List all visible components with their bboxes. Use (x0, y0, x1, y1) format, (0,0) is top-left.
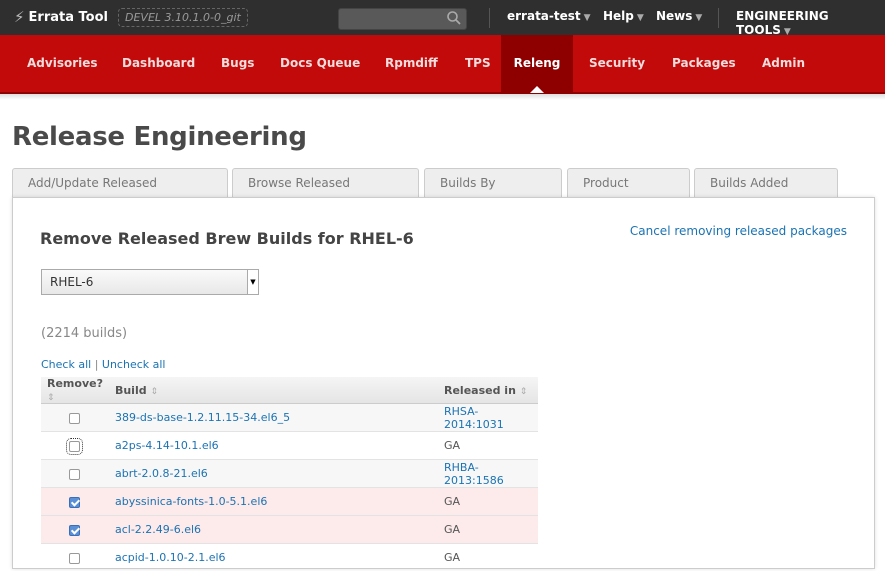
chevron-down-icon: ▼ (695, 13, 702, 23)
sort-icon: ⇕ (150, 387, 158, 397)
nav-admin[interactable]: Admin (762, 35, 805, 92)
remove-checkbox[interactable] (69, 413, 80, 424)
nav-advisories[interactable]: Advisories (27, 35, 98, 92)
user-menu[interactable]: errata-test▼ (507, 9, 591, 23)
uncheck-all-link[interactable]: Uncheck all (102, 358, 166, 371)
nav-docs-queue[interactable]: Docs Queue (280, 35, 360, 92)
check-all-link[interactable]: Check all (41, 358, 91, 371)
build-link[interactable]: 389-ds-base-1.2.11.15-34.el6_5 (115, 411, 290, 424)
table-row: acl-2.2.49-6.el6 GA (41, 516, 538, 544)
news-menu[interactable]: News▼ (656, 9, 702, 23)
table-row: acpid-1.0.10-2.1.el6 GA (41, 544, 538, 571)
build-link[interactable]: acpid-1.0.10-2.1.el6 (115, 551, 226, 564)
build-link[interactable]: abrt-2.0.8-21.el6 (115, 467, 208, 480)
advisory-link[interactable]: RHSA-2014:1031 (444, 405, 504, 431)
divider (489, 8, 490, 28)
cancel-removing-link[interactable]: Cancel removing released packages (630, 224, 847, 238)
help-menu-label: Help (603, 9, 634, 23)
col-remove-label: Remove? (47, 377, 103, 390)
build-link[interactable]: abyssinica-fonts-1.0-5.1.el6 (115, 495, 267, 508)
released-in-value: GA (444, 551, 460, 564)
remove-checkbox[interactable] (69, 441, 80, 452)
engineering-tools-menu[interactable]: ENGINEERING TOOLS▼ (736, 9, 885, 37)
build-link[interactable]: acl-2.2.49-6.el6 (115, 523, 201, 536)
nav-security[interactable]: Security (589, 35, 645, 92)
table-row: abyssinica-fonts-1.0-5.1.el6 GA (41, 488, 538, 516)
version-badge: DEVEL 3.10.1.0-0_git (118, 8, 248, 27)
nav-releng-label: Releng (514, 56, 561, 70)
chevron-down-icon: ▼ (247, 270, 258, 294)
table-row: abrt-2.0.8-21.el6 RHBA-2013:1586 (41, 460, 538, 488)
check-controls: Check all | Uncheck all (41, 358, 165, 371)
active-pointer (530, 86, 544, 93)
nav-releng[interactable]: Releng (501, 35, 573, 92)
lightning-icon: ⚡ (14, 8, 25, 26)
tab-builds-by-advisory[interactable]: Builds By Advisory (424, 168, 562, 197)
col-remove[interactable]: Remove? ⇕ (41, 377, 109, 404)
search-icon (446, 10, 462, 26)
sort-icon: ⇕ (47, 393, 55, 403)
builds-table: Remove? ⇕ Build ⇕ Released in ⇕ 389-ds-b… (41, 377, 538, 571)
table-row: a2ps-4.14-10.1.el6 GA (41, 432, 538, 460)
nav-shadow (0, 94, 885, 100)
chevron-down-icon: ▼ (637, 13, 644, 23)
build-link[interactable]: a2ps-4.14-10.1.el6 (115, 439, 219, 452)
remove-checkbox[interactable] (69, 497, 80, 508)
tab-product-listings[interactable]: Product Listings (567, 168, 690, 197)
col-released-in[interactable]: Released in ⇕ (438, 377, 538, 404)
search-input[interactable] (338, 8, 467, 30)
app-brand[interactable]: ⚡ Errata Tool (14, 8, 108, 26)
divider (718, 8, 719, 28)
panel-heading: Remove Released Brew Builds for RHEL-6 (40, 229, 414, 248)
top-bar: ⚡ Errata Tool DEVEL 3.10.1.0-0_git errat… (0, 0, 885, 36)
table-header-row: Remove? ⇕ Build ⇕ Released in ⇕ (41, 377, 538, 404)
page-title: Release Engineering (12, 122, 307, 152)
released-in-value: GA (444, 495, 460, 508)
chevron-down-icon: ▼ (584, 13, 591, 23)
app-title: Errata Tool (29, 10, 108, 25)
advisory-link[interactable]: RHBA-2013:1586 (444, 461, 504, 487)
col-build-label: Build (115, 384, 147, 397)
check-separator: | (95, 358, 99, 371)
tab-browse-released-packages[interactable]: Browse Released Packages (232, 168, 419, 197)
nav-bugs[interactable]: Bugs (221, 35, 254, 92)
product-select[interactable]: RHEL-6 ▼ (41, 269, 259, 295)
build-count: (2214 builds) (41, 326, 127, 341)
table-row: 389-ds-base-1.2.11.15-34.el6_5 RHSA-2014… (41, 404, 538, 432)
tools-menu-label: ENGINEERING TOOLS (736, 9, 829, 37)
nav-rpmdiff[interactable]: Rpmdiff (385, 35, 438, 92)
col-build[interactable]: Build ⇕ (109, 377, 438, 404)
remove-checkbox[interactable] (69, 553, 80, 564)
col-released-label: Released in (444, 384, 516, 397)
nav-tps[interactable]: TPS (465, 35, 491, 92)
main-nav: Advisories Dashboard Bugs Docs Queue Rpm… (0, 35, 885, 94)
tab-add-update-released-packages[interactable]: Add/Update Released Packages (12, 168, 228, 197)
remove-checkbox[interactable] (69, 469, 80, 480)
content-panel: Remove Released Brew Builds for RHEL-6 C… (12, 197, 875, 569)
sort-icon: ⇕ (520, 387, 528, 397)
released-in-value: GA (444, 439, 460, 452)
help-menu[interactable]: Help▼ (603, 9, 644, 23)
product-select-value: RHEL-6 (50, 275, 93, 289)
remove-checkbox[interactable] (69, 525, 80, 536)
tab-builds-added-since[interactable]: Builds Added Since (694, 168, 838, 197)
nav-packages[interactable]: Packages (672, 35, 736, 92)
released-in-value: GA (444, 523, 460, 536)
user-menu-label: errata-test (507, 9, 581, 23)
news-menu-label: News (656, 9, 692, 23)
nav-dashboard[interactable]: Dashboard (122, 35, 195, 92)
